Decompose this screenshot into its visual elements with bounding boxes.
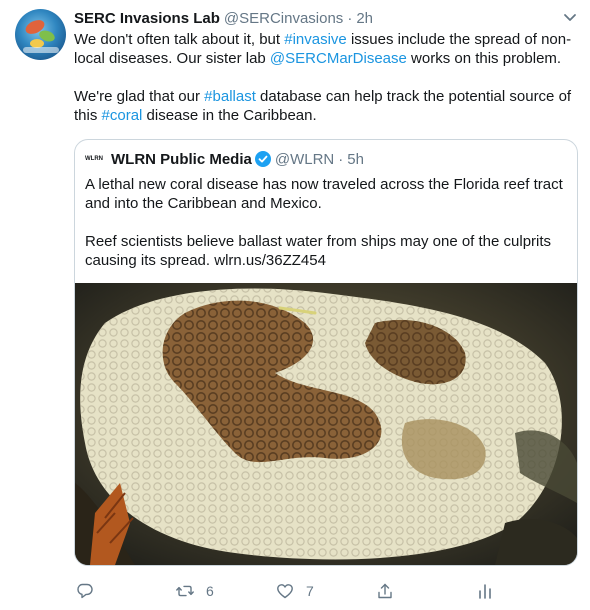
author-handle[interactable]: @SERCinvasions — [224, 10, 343, 27]
retweet-button[interactable]: 6 — [176, 578, 214, 604]
separator-dot: · — [347, 9, 353, 27]
like-button[interactable]: 7 — [276, 578, 314, 604]
avatar-shape — [23, 47, 59, 53]
share-icon — [378, 583, 392, 599]
tweet-paragraph: We don't often talk about it, but #invas… — [74, 30, 574, 68]
analytics-icon — [479, 584, 491, 599]
tweet-link[interactable]: @SERCMarDisease — [270, 50, 407, 67]
tweet-paragraph: We're glad that our #ballast database ca… — [74, 87, 574, 125]
tweet-text-run: works on this problem. — [406, 50, 562, 67]
tweet-text-run: disease in the Caribbean. — [142, 107, 317, 124]
reply-icon — [77, 583, 93, 599]
quoted-tweet[interactable]: WLRN WLRN Public Media @WLRN · 5h A leth… — [74, 139, 578, 566]
quoted-paragraph: A lethal new coral disease has now trave… — [85, 176, 563, 212]
reply-button[interactable] — [76, 578, 106, 604]
separator-dot: · — [338, 150, 344, 168]
analytics-button[interactable] — [476, 578, 494, 604]
like-count: 7 — [306, 583, 314, 599]
chevron-down-icon[interactable] — [561, 8, 579, 26]
author-avatar[interactable] — [15, 9, 66, 60]
quoted-tweet-text: A lethal new coral disease has now trave… — [85, 175, 565, 270]
coral-photo[interactable] — [75, 283, 577, 565]
quoted-author-name[interactable]: WLRN Public Media — [111, 151, 252, 168]
heart-icon — [277, 584, 293, 599]
tweet-link[interactable]: #invasive — [284, 31, 347, 48]
quoted-tweet-time[interactable]: 5h — [347, 151, 364, 168]
retweet-count: 6 — [206, 583, 214, 599]
quoted-tweet-header: WLRN WLRN Public Media @WLRN · 5h — [85, 149, 364, 169]
quoted-author-logo: WLRN — [85, 156, 103, 162]
tweet-link[interactable]: #coral — [102, 107, 143, 124]
tweet-text-run: We're glad that our — [74, 88, 205, 105]
tweet-actions: 6 7 — [0, 578, 590, 604]
tweet-text-run: We don't often talk about it, but — [74, 31, 285, 48]
tweet-link[interactable]: #ballast — [204, 88, 256, 105]
author-name[interactable]: SERC Invasions Lab — [74, 10, 220, 27]
tweet-time[interactable]: 2h — [356, 10, 373, 27]
tweet-text: We don't often talk about it, but #invas… — [74, 30, 574, 125]
retweet-icon — [176, 585, 194, 597]
quoted-paragraph: Reef scientists believe ballast water fr… — [85, 233, 552, 269]
verified-badge-icon — [254, 151, 271, 167]
tweet-header: SERC Invasions Lab @SERCinvasions · 2h — [74, 8, 373, 28]
quoted-author-handle[interactable]: @WLRN — [275, 151, 334, 168]
share-button[interactable] — [376, 578, 394, 604]
